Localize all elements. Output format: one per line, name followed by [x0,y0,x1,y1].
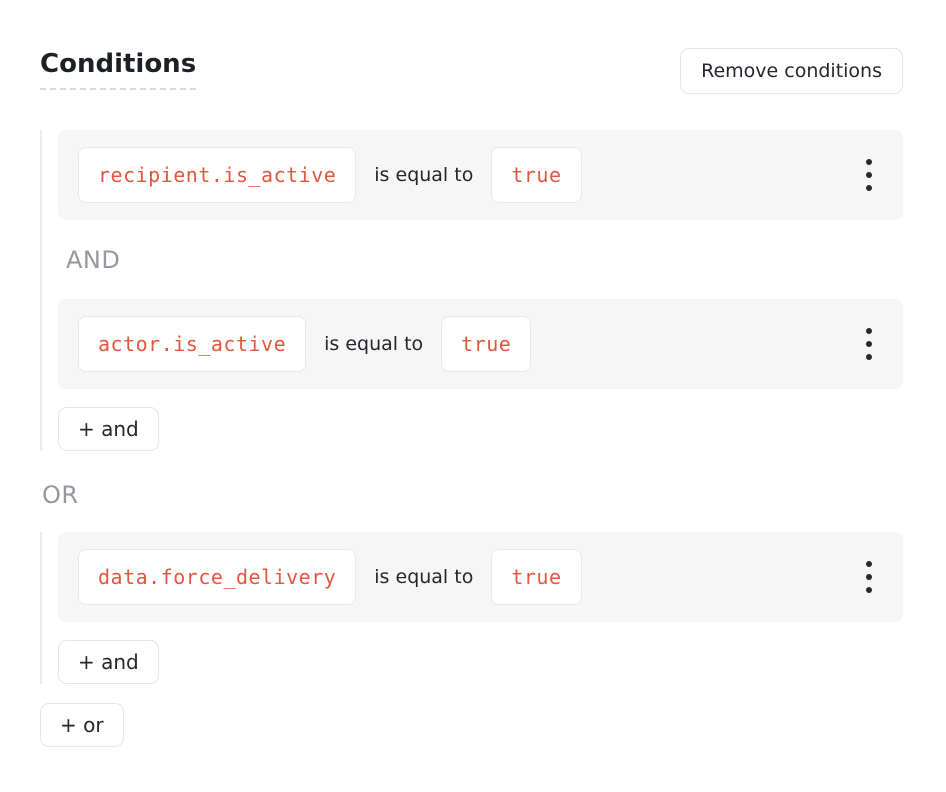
kebab-dot [866,159,872,165]
kebab-dot [866,172,872,178]
condition-row: recipient.is_active is equal to true [58,130,903,220]
condition-value-chip[interactable]: true [441,316,531,372]
condition-field-chip[interactable]: recipient.is_active [78,147,356,203]
condition-operator: is equal to [374,566,473,588]
kebab-menu-icon[interactable] [855,151,883,199]
conditions-header: Conditions Remove conditions [40,48,903,94]
kebab-dot [866,328,872,334]
kebab-dot [866,354,872,360]
condition-value-chip[interactable]: true [491,549,581,605]
or-joiner-label: OR [42,481,903,510]
remove-conditions-button[interactable]: Remove conditions [680,48,903,94]
condition-field-chip[interactable]: data.force_delivery [78,549,356,605]
kebab-dot [866,341,872,347]
condition-group-2: data.force_delivery is equal to true + a… [40,532,903,684]
kebab-dot [866,561,872,567]
condition-group-1: recipient.is_active is equal to true AND… [40,130,903,451]
add-and-button[interactable]: + and [58,407,159,451]
condition-field-chip[interactable]: actor.is_active [78,316,306,372]
add-or-button[interactable]: + or [40,703,124,747]
page-title: Conditions [40,48,196,90]
kebab-dot [866,185,872,191]
condition-row: actor.is_active is equal to true [58,299,903,389]
add-and-button[interactable]: + and [58,640,159,684]
condition-value-chip[interactable]: true [491,147,581,203]
kebab-dot [866,587,872,593]
kebab-menu-icon[interactable] [855,320,883,368]
condition-operator: is equal to [374,164,473,186]
condition-row: data.force_delivery is equal to true [58,532,903,622]
kebab-menu-icon[interactable] [855,553,883,601]
condition-operator: is equal to [324,333,423,355]
kebab-dot [866,574,872,580]
and-joiner-label: AND [66,246,903,275]
